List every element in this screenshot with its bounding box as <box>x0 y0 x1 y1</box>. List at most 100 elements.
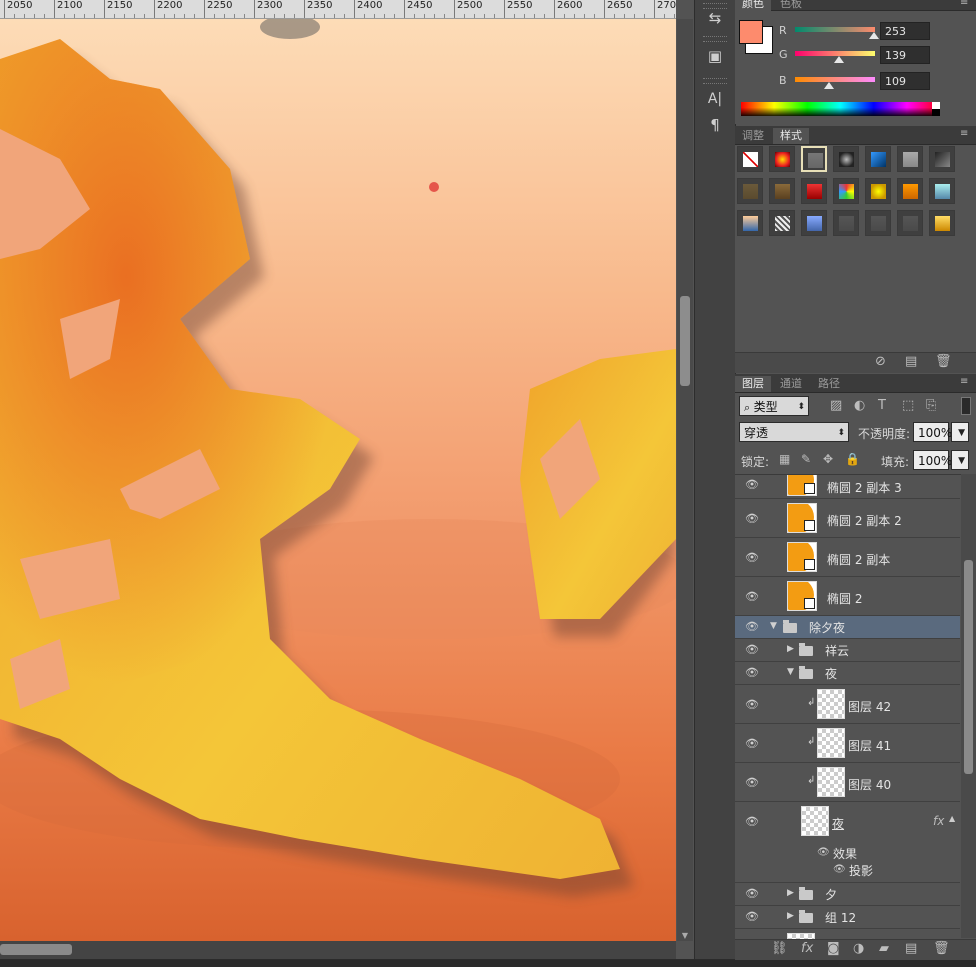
red-slider-thumb[interactable] <box>869 32 880 39</box>
white-swatch[interactable] <box>932 102 940 109</box>
visibility-eye-icon[interactable]: 👁 <box>745 910 759 923</box>
panel-menu-icon[interactable]: ≡ <box>960 377 972 387</box>
adjustment-icon[interactable]: ◑ <box>853 941 864 956</box>
chevron-up-icon[interactable]: ▲ <box>949 814 955 823</box>
layer-group-row[interactable]: 👁 ▶ 组 12 <box>735 906 960 929</box>
visibility-eye-icon[interactable]: 👁 <box>745 776 759 789</box>
style-swatch[interactable] <box>737 178 763 204</box>
style-swatch[interactable] <box>833 210 859 236</box>
chevron-down-icon[interactable]: ▼ <box>787 667 794 677</box>
tab-color[interactable]: 颜色 <box>735 0 771 12</box>
paragraph-icon[interactable]: ¶ <box>703 114 727 136</box>
red-value-field[interactable]: 253 <box>880 22 930 40</box>
style-swatch[interactable] <box>929 210 955 236</box>
chevron-down-icon[interactable]: ▼ <box>770 621 777 631</box>
group-name[interactable]: 祥云 <box>825 642 849 659</box>
style-swatch[interactable] <box>769 210 795 236</box>
character-icon[interactable]: A| <box>703 88 727 110</box>
layer-row[interactable]: 👁 椭圆 2 副本 3 <box>735 475 960 499</box>
panel-menu-icon[interactable]: ≡ <box>960 0 972 8</box>
panel-menu-icon[interactable]: ≡ <box>960 129 972 139</box>
clear-style-icon[interactable]: ⊘ <box>875 354 886 369</box>
type-filter-icon[interactable]: T <box>878 398 886 413</box>
layer-row[interactable] <box>735 929 960 939</box>
new-layer-icon[interactable]: ▤ <box>905 941 917 956</box>
style-swatch[interactable] <box>897 210 923 236</box>
delete-style-icon[interactable]: 🗑 <box>935 354 952 369</box>
lock-position-icon[interactable]: ✥ <box>823 452 833 466</box>
layer-group-row[interactable]: 👁 ▶ 祥云 <box>735 639 960 662</box>
layer-name[interactable]: 夜 <box>832 815 844 832</box>
tab-channels[interactable]: 通道 <box>773 376 809 392</box>
style-swatch[interactable] <box>737 146 763 172</box>
visibility-eye-icon[interactable]: 👁 <box>745 551 759 564</box>
red-slider-track[interactable] <box>795 27 875 32</box>
link-icon[interactable]: ⛓ <box>771 941 788 956</box>
chevron-right-icon[interactable]: ▶ <box>787 888 794 898</box>
layer-name[interactable]: 椭圆 2 副本 <box>827 551 890 568</box>
style-swatch[interactable] <box>865 210 891 236</box>
fx-icon[interactable]: fx <box>801 941 813 956</box>
layer-row[interactable]: 👁 ↲ 图层 42 <box>735 685 960 724</box>
effects-eye-icon[interactable]: 👁 <box>817 847 830 858</box>
style-swatch[interactable] <box>801 146 827 172</box>
tab-layers[interactable]: 图层 <box>735 376 771 392</box>
layer-row[interactable]: 👁 椭圆 2 副本 2 <box>735 499 960 538</box>
chevron-right-icon[interactable]: ▶ <box>787 911 794 921</box>
style-swatch[interactable] <box>769 178 795 204</box>
trash-icon[interactable]: 🗑 <box>933 941 950 956</box>
chevron-right-icon[interactable]: ▶ <box>787 644 794 654</box>
style-swatch[interactable] <box>929 178 955 204</box>
layer-name[interactable]: 椭圆 2 副本 2 <box>827 512 902 529</box>
layer-row[interactable]: 👁 夜 fx ▲ 👁 效果 👁 投影 <box>735 802 960 883</box>
group-name[interactable]: 夕 <box>825 886 837 903</box>
layer-list-scroll-thumb[interactable] <box>964 560 973 774</box>
style-swatch[interactable] <box>865 178 891 204</box>
layer-row[interactable]: 👁 ↲ 图层 40 <box>735 763 960 802</box>
style-swatch[interactable] <box>833 146 859 172</box>
visibility-eye-icon[interactable]: 👁 <box>745 590 759 603</box>
horizontal-scroll-thumb[interactable] <box>0 944 72 955</box>
dock-grip[interactable] <box>703 78 727 84</box>
layer-name[interactable]: 椭圆 2 副本 3 <box>827 479 902 496</box>
layer-group-row[interactable]: 👁 ▼ 除夕夜 <box>735 616 960 639</box>
visibility-eye-icon[interactable]: 👁 <box>745 698 759 711</box>
black-swatch[interactable] <box>932 109 940 116</box>
style-swatch[interactable] <box>897 178 923 204</box>
blue-slider-track[interactable] <box>795 77 875 82</box>
layer-filter-dropdown[interactable]: ⌕ 类型 ⬍ <box>739 396 809 416</box>
filter-toggle[interactable] <box>961 397 971 415</box>
layer-row[interactable]: 👁 ↲ 图层 41 <box>735 724 960 763</box>
horizontal-ruler[interactable]: 2050 2100 2150 2200 2250 2300 2350 2400 2450 2500… <box>0 0 676 19</box>
blue-value-field[interactable]: 109 <box>880 72 930 90</box>
style-swatch[interactable] <box>801 178 827 204</box>
visibility-eye-icon[interactable]: 👁 <box>745 666 759 679</box>
adjustment-filter-icon[interactable]: ◐ <box>854 398 865 413</box>
layer-name[interactable]: 椭圆 2 <box>827 590 862 607</box>
fill-field[interactable]: 100% <box>913 450 952 470</box>
smart-object-filter-icon[interactable]: ⎘ <box>926 398 936 413</box>
layer-name[interactable]: 图层 41 <box>848 737 891 754</box>
layer-row[interactable]: 👁 椭圆 2 副本 <box>735 538 960 577</box>
drop-shadow-eye-icon[interactable]: 👁 <box>833 864 846 875</box>
history-icon[interactable]: ⇆ <box>703 7 727 29</box>
canvas-horizontal-scrollbar[interactable] <box>0 941 676 959</box>
layer-group-row[interactable]: 👁 ▶ 夕 <box>735 883 960 906</box>
visibility-eye-icon[interactable]: 👁 <box>745 620 759 633</box>
new-style-icon[interactable]: ▤ <box>905 354 917 369</box>
lock-all-icon[interactable]: 🔒 <box>845 452 860 466</box>
style-swatch[interactable] <box>865 146 891 172</box>
color-spectrum-bar[interactable] <box>741 102 940 116</box>
opacity-dropdown-button[interactable]: ▼ <box>951 422 969 442</box>
layer-name[interactable]: 图层 40 <box>848 776 891 793</box>
style-swatch[interactable] <box>833 178 859 204</box>
style-swatch[interactable] <box>769 146 795 172</box>
fx-icon[interactable]: fx <box>933 814 944 828</box>
folder-icon[interactable]: ▰ <box>879 941 889 956</box>
visibility-eye-icon[interactable]: 👁 <box>745 887 759 900</box>
opacity-field[interactable]: 100% <box>913 422 952 442</box>
shape-filter-icon[interactable]: ⬚ <box>902 398 914 413</box>
tab-swatches[interactable]: 色板 <box>773 0 809 12</box>
style-swatch[interactable] <box>929 146 955 172</box>
canvas-vertical-scrollbar[interactable] <box>677 19 693 941</box>
